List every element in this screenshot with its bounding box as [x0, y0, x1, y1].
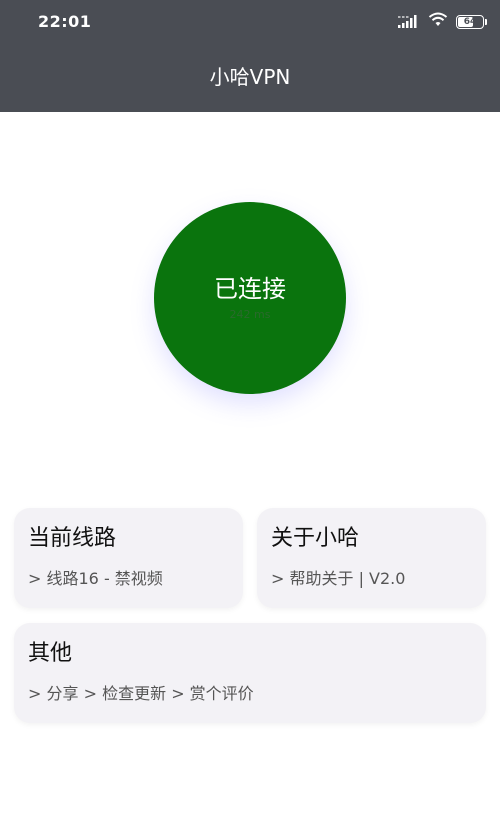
share-link[interactable]: > 分享 [28, 684, 79, 703]
other-title: 其他 [28, 641, 73, 666]
about-card[interactable]: 关于小哈 > 帮助关于 | V2.0 [257, 508, 486, 608]
about-subtitle: > 帮助关于 | V2.0 [271, 569, 406, 588]
current-route-title: 当前线路 [28, 526, 117, 551]
battery-level: 64 [463, 16, 477, 27]
other-card: 其他 > 分享 > 检查更新 > 赏个评价 [14, 623, 486, 723]
connect-button[interactable]: 已连接 242 ms [154, 202, 346, 394]
status-icons: 64 [398, 12, 487, 32]
current-route-card[interactable]: 当前线路 > 线路16 - 禁视频 [14, 508, 243, 608]
check-update-link[interactable]: > 检查更新 [84, 684, 167, 703]
battery-icon: 64 [456, 15, 487, 29]
wifi-icon [428, 12, 448, 32]
app-title: 小哈VPN [209, 65, 291, 89]
about-title: 关于小哈 [271, 526, 360, 551]
status-time: 22:01 [38, 12, 92, 31]
connection-status: 已连接 [214, 275, 286, 303]
signal-icon [398, 13, 420, 32]
current-route-subtitle: > 线路16 - 禁视频 [28, 569, 163, 588]
connection-latency: 242 ms [229, 308, 271, 321]
rate-link[interactable]: > 赏个评价 [171, 684, 254, 703]
other-links: > 分享 > 检查更新 > 赏个评价 [28, 683, 254, 705]
app-bar: 22:01 64 小哈VPN [0, 0, 500, 112]
battery-tip [485, 19, 487, 25]
